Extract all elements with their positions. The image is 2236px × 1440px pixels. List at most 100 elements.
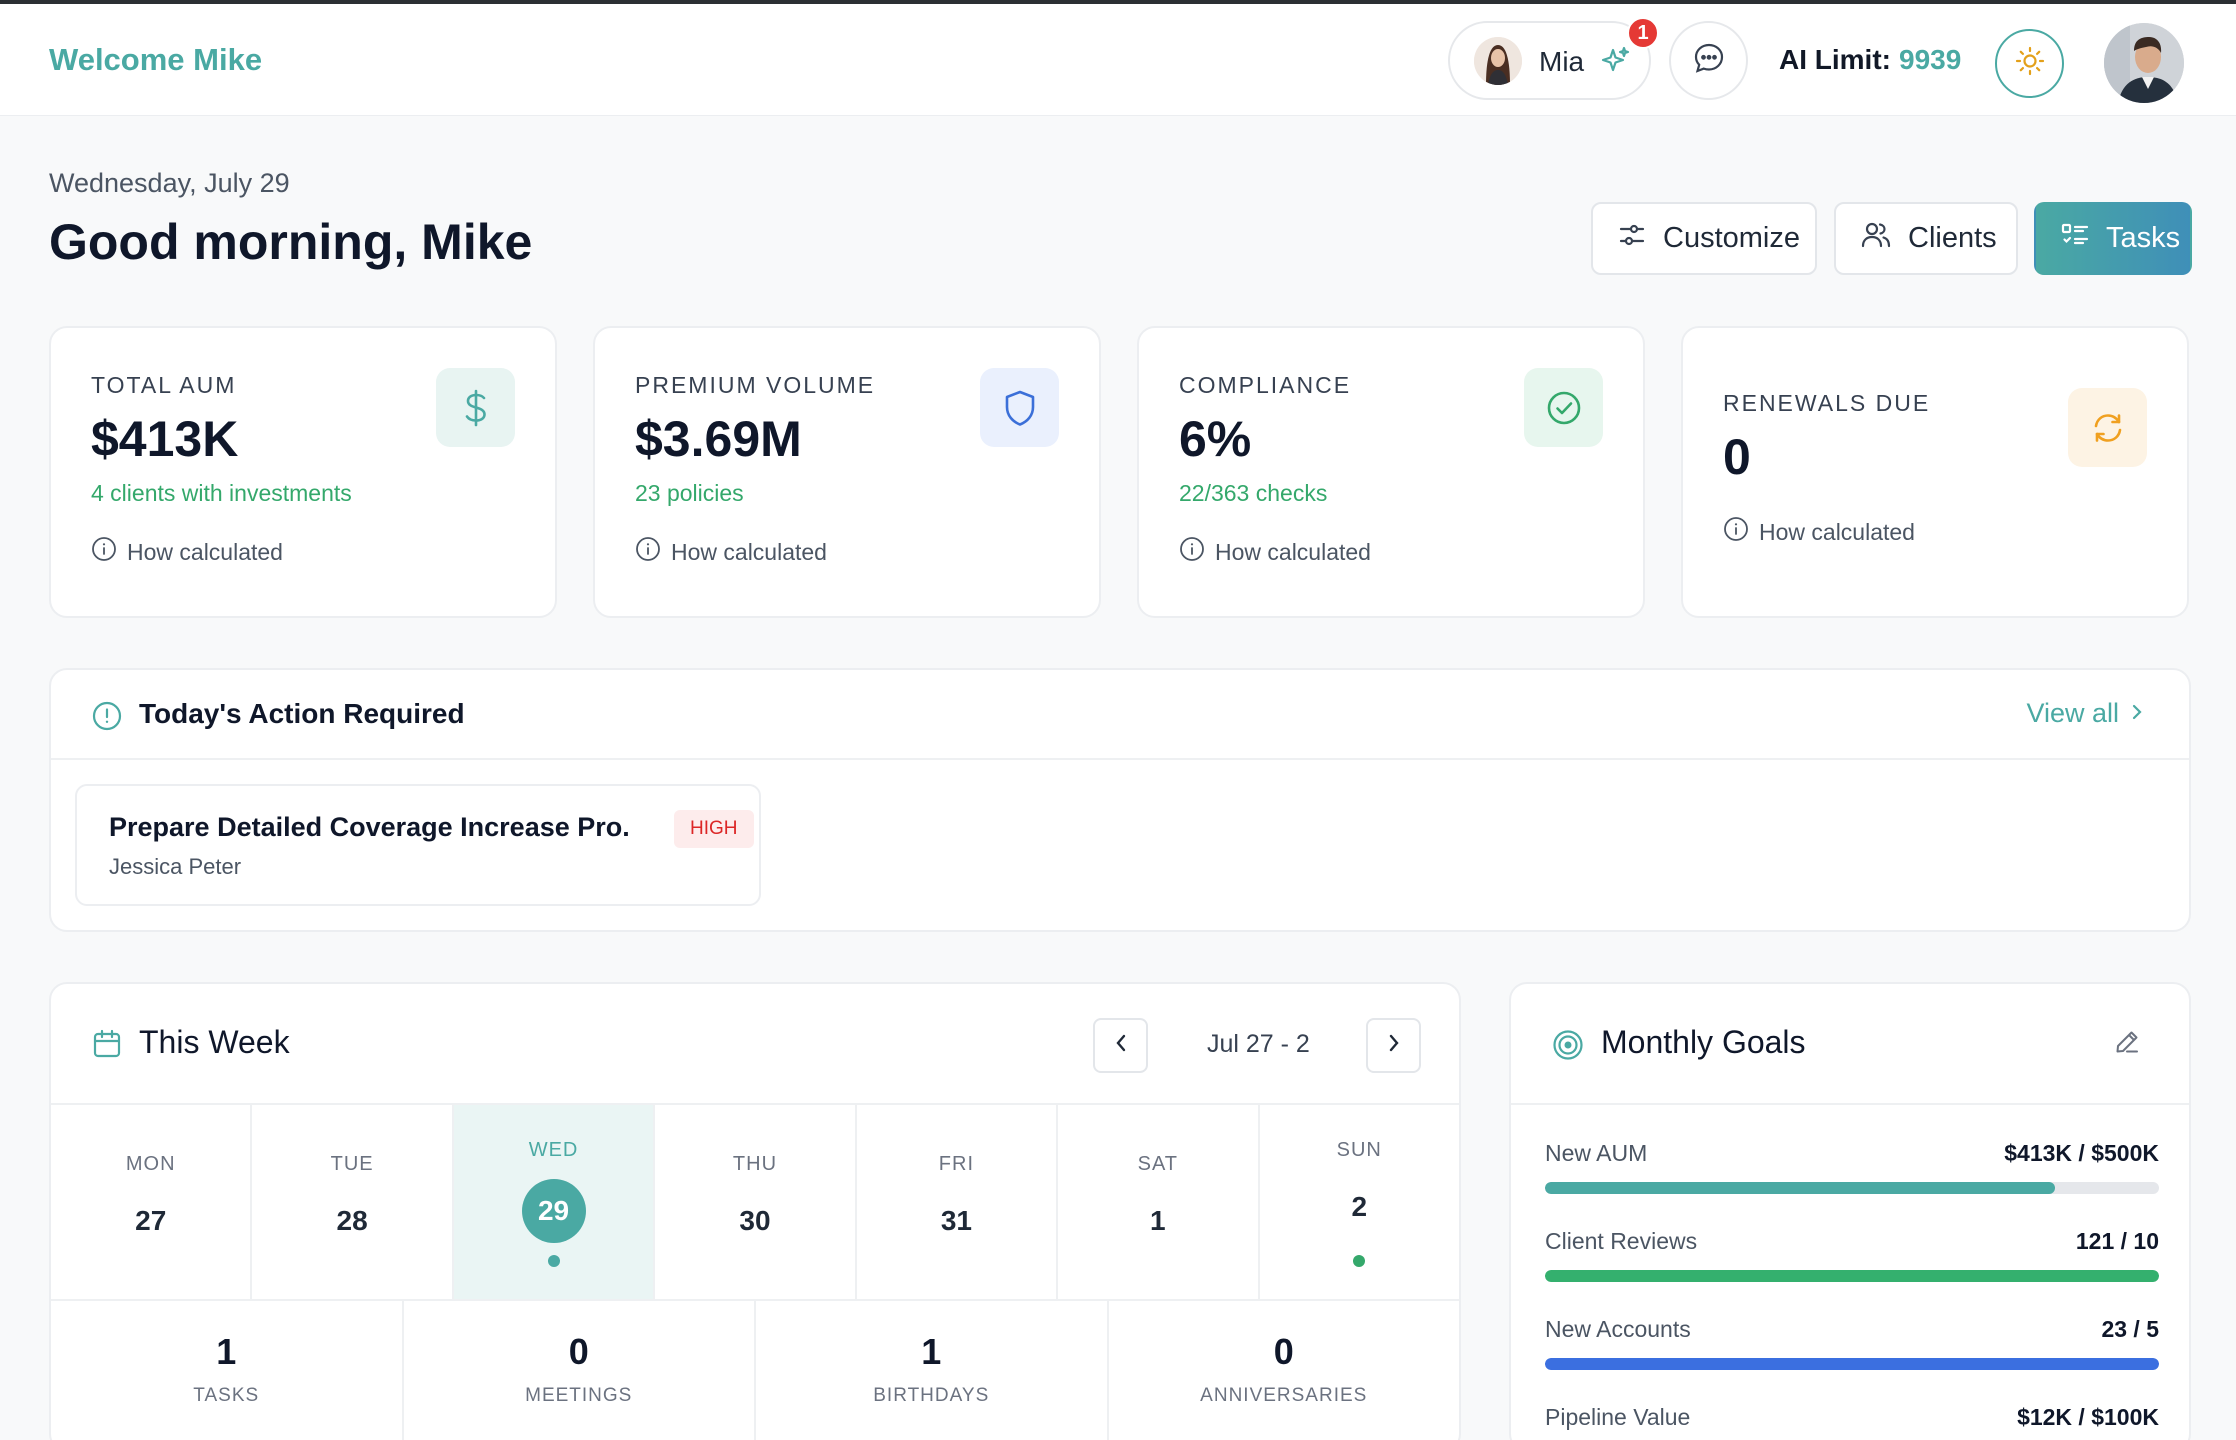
day-name: TUE — [330, 1153, 374, 1175]
how-calculated-link[interactable]: How calculated — [1723, 516, 1915, 548]
count-value: 1 — [921, 1331, 942, 1372]
count-label: BIRTHDAYS — [873, 1385, 990, 1406]
how-calculated-label: How calculated — [671, 538, 827, 565]
event-dot — [1353, 1255, 1366, 1267]
how-calculated-link[interactable]: How calculated — [1179, 536, 1371, 568]
day-sunday[interactable]: SUN 2 — [1260, 1105, 1459, 1299]
chevron-left-icon — [1112, 1032, 1130, 1059]
shield-icon — [980, 368, 1059, 447]
count-anniversaries[interactable]: 0 ANNIVERSARIES — [1109, 1301, 1460, 1440]
week-range: Jul 27 - 2 — [1207, 1030, 1310, 1058]
count-tasks[interactable]: 1 TASKS — [51, 1301, 404, 1440]
stat-card-compliance: COMPLIANCE 6% 22/363 checks How calculat… — [1137, 326, 1645, 618]
how-calculated-label: How calculated — [127, 538, 283, 565]
day-number-today: 29 — [521, 1179, 586, 1243]
count-value: 1 — [216, 1331, 237, 1372]
action-required-title: Today's Action Required — [139, 698, 465, 729]
day-thursday[interactable]: THU 30 — [655, 1105, 857, 1299]
info-icon — [91, 536, 117, 568]
previous-week-button[interactable] — [1093, 1018, 1148, 1073]
ai-limit-value: 9939 — [1899, 44, 1962, 75]
day-tuesday[interactable]: TUE 28 — [252, 1105, 454, 1299]
chat-button[interactable] — [1669, 21, 1748, 100]
chevron-right-icon — [1385, 1032, 1403, 1059]
day-name: THU — [732, 1153, 778, 1175]
customize-button[interactable]: Customize — [1591, 202, 1817, 275]
dollar-icon — [436, 368, 515, 447]
theme-toggle-button[interactable] — [1995, 29, 2064, 98]
welcome-text: Welcome Mike — [49, 42, 263, 77]
how-calculated-link[interactable]: How calculated — [635, 536, 827, 568]
stat-label: TOTAL AUM — [91, 372, 237, 398]
monthly-goals-title: Monthly Goals — [1601, 1024, 1806, 1060]
action-task-card[interactable]: Prepare Detailed Coverage Increase Pro..… — [75, 784, 761, 906]
info-icon — [1179, 536, 1205, 568]
goal-progress-track — [1545, 1182, 2159, 1194]
check-circle-icon — [1524, 368, 1603, 447]
day-number: 1 — [1150, 1205, 1166, 1236]
page-title: Good morning, Mike — [49, 214, 533, 270]
count-value: 0 — [1273, 1331, 1294, 1372]
count-birthdays[interactable]: 1 BIRTHDAYS — [756, 1301, 1109, 1440]
goal-value: 23 / 5 — [2101, 1316, 2159, 1342]
stat-label: RENEWALS DUE — [1723, 390, 1931, 416]
top-header: Welcome Mike Mia 1 AI Limit: 9939 — [0, 4, 2236, 116]
day-number: 31 — [940, 1205, 972, 1236]
tasks-label: Tasks — [2106, 222, 2181, 254]
assistant-button[interactable]: Mia — [1448, 21, 1651, 100]
week-days-row: MON 27 TUE 28 WED 29 THU 30 FRI 31 SAT 1… — [51, 1105, 1459, 1301]
stat-value: $413K — [91, 411, 239, 467]
stat-subtext: 23 policies — [635, 480, 744, 506]
chevron-right-icon — [2129, 698, 2145, 729]
stat-subtext: 22/363 checks — [1179, 480, 1328, 506]
day-name: SUN — [1336, 1139, 1382, 1161]
stat-subtext: 4 clients with investments — [91, 480, 352, 506]
stat-card-renewals-due: RENEWALS DUE 0 How calculated — [1681, 326, 2189, 618]
goal-progress-track — [1545, 1270, 2159, 1282]
how-calculated-label: How calculated — [1215, 538, 1371, 565]
goal-value: 121 / 10 — [2075, 1228, 2159, 1254]
day-monday[interactable]: MON 27 — [51, 1105, 253, 1299]
stat-value: 6% — [1179, 411, 1252, 467]
stat-card-total-aum: TOTAL AUM $413K 4 clients with investmen… — [49, 326, 557, 618]
next-week-button[interactable] — [1366, 1018, 1421, 1073]
ai-limit: AI Limit: 9939 — [1779, 44, 1961, 76]
current-date: Wednesday, July 29 — [49, 168, 290, 198]
users-icon — [1860, 220, 1892, 258]
day-name: WED — [528, 1139, 579, 1161]
monthly-goals-header: Monthly Goals — [1511, 984, 2189, 1105]
task-client: Jessica Peter — [109, 854, 242, 879]
tasks-button[interactable]: Tasks — [2034, 202, 2192, 275]
how-calculated-link[interactable]: How calculated — [91, 536, 283, 568]
stat-card-premium-volume: PREMIUM VOLUME $3.69M 23 policies How ca… — [593, 326, 1101, 618]
day-number: 2 — [1351, 1191, 1368, 1222]
sliders-icon — [1617, 220, 1647, 258]
stat-label: COMPLIANCE — [1179, 372, 1352, 398]
clients-label: Clients — [1908, 222, 1997, 254]
customize-label: Customize — [1663, 222, 1800, 254]
day-number: 28 — [336, 1205, 368, 1236]
event-dot — [547, 1255, 560, 1267]
day-friday[interactable]: FRI 31 — [857, 1105, 1059, 1299]
count-value: 0 — [568, 1331, 589, 1372]
day-wednesday-today[interactable]: WED 29 — [453, 1105, 656, 1299]
day-number: 30 — [739, 1205, 771, 1236]
stat-value: 0 — [1723, 429, 1751, 485]
priority-badge: HIGH — [674, 810, 754, 848]
user-avatar[interactable] — [2104, 23, 2184, 103]
view-all-link[interactable]: View all — [2026, 698, 2145, 729]
sparkle-icon — [1600, 45, 1632, 82]
clients-button[interactable]: Clients — [1834, 202, 2018, 275]
info-icon — [1723, 516, 1749, 548]
goal-value: $12K / $100K — [2017, 1404, 2159, 1430]
goal-progress-fill — [1545, 1358, 2159, 1370]
count-meetings[interactable]: 0 MEETINGS — [404, 1301, 756, 1440]
stat-label: PREMIUM VOLUME — [635, 372, 876, 398]
goal-label: New Accounts — [1545, 1316, 1691, 1342]
calendar-icon — [91, 1028, 123, 1065]
day-saturday[interactable]: SAT 1 — [1058, 1105, 1260, 1299]
goal-value: $413K / $500K — [2004, 1140, 2159, 1166]
count-label: MEETINGS — [525, 1385, 633, 1406]
action-required-header: Today's Action Required View all — [51, 670, 2189, 760]
pencil-icon[interactable] — [2113, 1028, 2141, 1061]
